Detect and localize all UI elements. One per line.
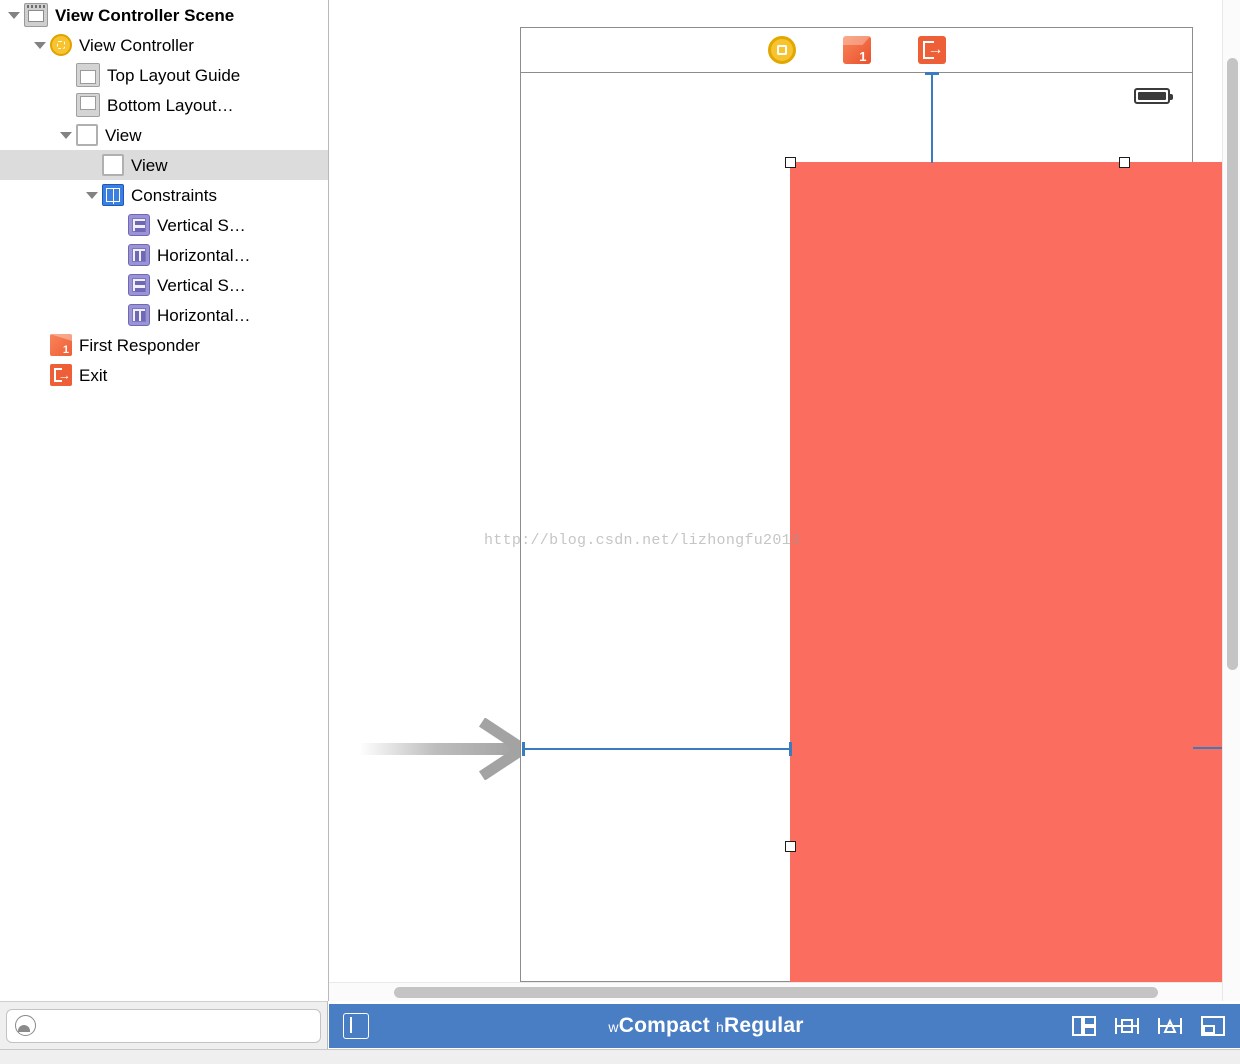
resolve-issues-button[interactable] — [1198, 1013, 1228, 1039]
outline-row-label: Top Layout Guide — [107, 65, 241, 85]
size-class-status-bar: wCompact hRegular — [329, 1004, 1240, 1048]
selection-handle-bottom-left[interactable] — [785, 841, 796, 852]
horizontal-scrollbar-thumb[interactable] — [394, 987, 1158, 998]
vertical-space-constraint-icon — [128, 214, 150, 236]
filter-input[interactable] — [42, 1016, 312, 1035]
outline-row[interactable]: Vertical S… — [0, 210, 328, 240]
exit-icon — [50, 364, 72, 386]
disclosure-triangle-open-icon[interactable] — [58, 127, 74, 143]
outline-filter-bar — [0, 1001, 328, 1049]
first-responder-badge: 1 — [859, 49, 867, 64]
outline-row[interactable]: Top Layout Guide — [0, 60, 328, 90]
outline-row-label: Horizontal… — [157, 245, 251, 265]
horizontal-space-constraint-icon — [128, 304, 150, 326]
canvas-horizontal-scrollbar[interactable] — [329, 982, 1222, 1001]
outline-row-label: Constraints — [131, 185, 217, 205]
scene-dock: 1 — [521, 28, 1192, 73]
size-class-width-value: Compact — [618, 1014, 710, 1037]
horizontal-constraint-left-cap — [522, 742, 525, 756]
selected-subview[interactable] — [790, 162, 1240, 982]
xcode-interface-builder-window: View Controller Scene View Controller Top … — [0, 0, 1240, 1064]
battery-icon — [1134, 88, 1173, 104]
canvas-vertical-scrollbar[interactable] — [1222, 0, 1240, 1001]
selection-handle-top-left[interactable] — [785, 157, 796, 168]
horizontal-space-constraint-icon — [128, 244, 150, 266]
size-class-height-prefix: h — [716, 1019, 724, 1035]
outline-row[interactable]: Horizontal… — [0, 240, 328, 270]
vertical-space-constraint-icon — [128, 274, 150, 296]
vertical-space-constraint-line[interactable] — [931, 73, 933, 163]
outline-row-label: View — [131, 155, 168, 175]
filter-field[interactable] — [6, 1008, 321, 1043]
outline-row-label: Vertical S… — [157, 215, 246, 235]
pin-button[interactable] — [1155, 1013, 1185, 1039]
exit-icon[interactable] — [917, 36, 946, 64]
outline-row[interactable]: View — [0, 120, 328, 150]
size-class-indicator[interactable]: wCompact hRegular — [343, 1014, 1069, 1038]
outline-row[interactable]: View Controller Scene — [0, 0, 328, 30]
canvas-surface[interactable]: 1 http:// — [329, 0, 1240, 1001]
outline-row[interactable]: View — [0, 150, 328, 180]
view-icon — [102, 154, 124, 176]
first-responder-icon: 1 — [50, 334, 72, 356]
outline-row-label: First Responder — [79, 335, 200, 355]
stack-button[interactable] — [1069, 1013, 1099, 1039]
size-class-height-value: Regular — [724, 1014, 804, 1037]
outline-row[interactable]: 1 First Responder — [0, 330, 328, 360]
outline-row[interactable]: Bottom Layout… — [0, 90, 328, 120]
bottom-layout-guide-icon — [76, 93, 100, 117]
align-button[interactable] — [1112, 1013, 1142, 1039]
outline-row[interactable]: Vertical S… — [0, 270, 328, 300]
outline-row[interactable]: Constraints — [0, 180, 328, 210]
device-frame: 1 — [520, 27, 1240, 982]
vertical-scrollbar-thumb[interactable] — [1227, 58, 1238, 670]
view-controller-icon[interactable] — [767, 36, 796, 64]
window-bottom-strip — [0, 1049, 1240, 1064]
horizontal-space-constraint-line-left[interactable] — [523, 748, 791, 750]
disclosure-triangle-open-icon[interactable] — [6, 7, 22, 23]
outline-row[interactable]: View Controller — [0, 30, 328, 60]
outline-row-label: View — [105, 125, 142, 145]
assistant-panel-toggle-icon[interactable] — [343, 1013, 369, 1039]
storyboard-canvas[interactable]: 1 http:// — [329, 0, 1240, 1001]
filter-icon — [15, 1015, 36, 1036]
outline-row-label: Bottom Layout… — [107, 95, 234, 115]
selection-handle-top-right[interactable] — [1119, 157, 1130, 168]
outline-row-label: View Controller — [79, 35, 194, 55]
autolayout-toolbar — [1069, 1013, 1228, 1039]
top-layout-guide-icon — [76, 63, 100, 87]
outline-row[interactable]: Horizontal… — [0, 300, 328, 330]
outline-row-label: Horizontal… — [157, 305, 251, 325]
view-controller-icon — [50, 34, 72, 56]
first-responder-icon[interactable]: 1 — [842, 36, 871, 64]
vertical-constraint-top-cap — [925, 72, 939, 75]
watermark-text: http://blog.csdn.net/lizhongfu2013 — [484, 532, 801, 549]
horizontal-constraint-right-cap — [789, 742, 792, 756]
constraints-folder-icon — [102, 184, 124, 206]
outline-row[interactable]: Exit — [0, 360, 328, 390]
size-class-width-prefix: w — [608, 1019, 619, 1035]
view-icon — [76, 124, 98, 146]
disclosure-triangle-open-icon[interactable] — [84, 187, 100, 203]
storyboard-scene-icon — [24, 3, 48, 27]
outline-row-label: Vertical S… — [157, 275, 246, 295]
outline-row-label: View Controller Scene — [55, 5, 235, 25]
outline-row-label: Exit — [79, 365, 108, 385]
disclosure-triangle-open-icon[interactable] — [32, 37, 48, 53]
document-outline-panel[interactable]: View Controller Scene View Controller Top … — [0, 0, 329, 1001]
